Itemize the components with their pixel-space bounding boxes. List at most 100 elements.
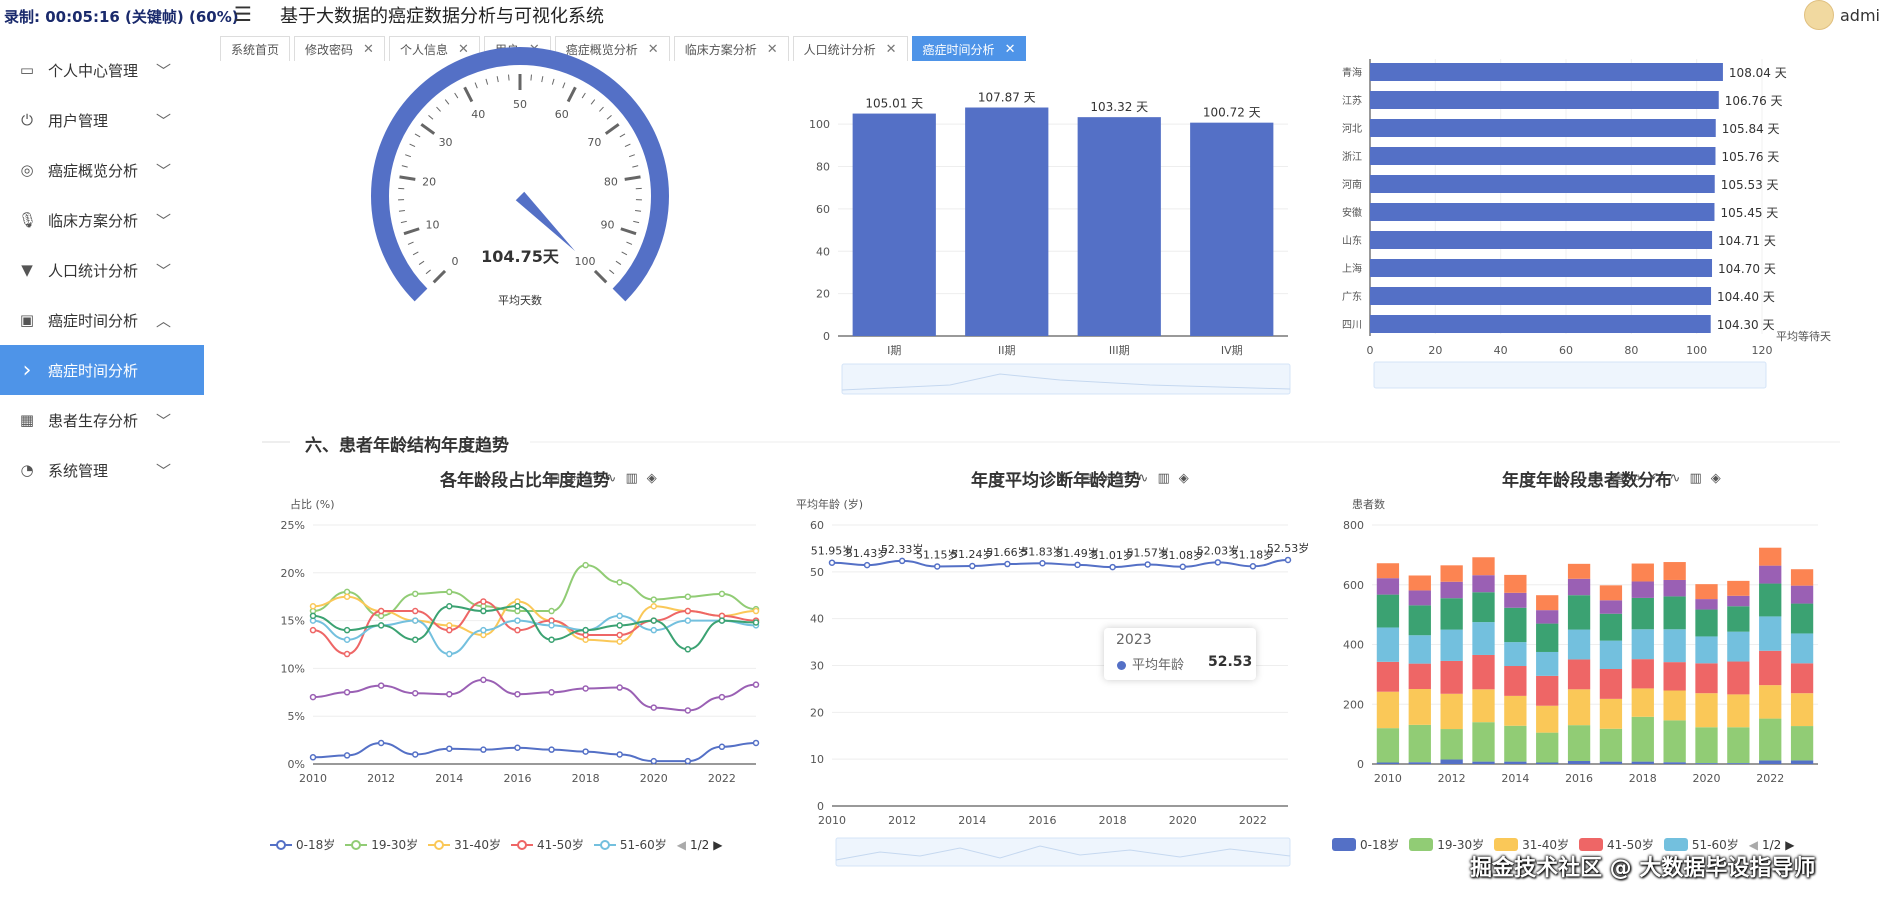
app-title: 基于大数据的癌症数据分析与可视化系统 <box>280 6 604 27</box>
legend-item[interactable]: 19-30岁 <box>345 836 418 853</box>
legend-label: 0-18岁 <box>296 838 336 852</box>
sidebar-item[interactable]: ▦ 患者生存分析 ﹀ <box>0 395 204 445</box>
bar-switch-icon[interactable]: ▥ <box>625 471 637 486</box>
line-switch-icon[interactable]: ∿ <box>1138 471 1149 486</box>
tab-item[interactable]: 修改密码 ✕ <box>294 36 385 61</box>
chevron-down-icon[interactable]: ﹀ <box>156 460 171 481</box>
sidebar-item[interactable]: ◎ 癌症概览分析 ﹀ <box>0 145 204 195</box>
legend-label: 19-30岁 <box>371 838 419 852</box>
next-page-icon[interactable]: ▶ <box>713 838 722 852</box>
sidebar-item-label: 癌症时间分析 <box>48 311 139 330</box>
compass-icon: ◎ <box>20 161 34 179</box>
chevron-down-icon[interactable]: ﹀ <box>156 210 171 231</box>
save-image-icon[interactable]: ◈ <box>647 471 657 486</box>
briefcase-icon: ▣ <box>19 311 35 329</box>
menu-toggle-icon[interactable]: ☰ <box>234 2 252 26</box>
power-icon: ⏻ <box>21 111 33 129</box>
close-icon[interactable]: ✕ <box>648 42 659 57</box>
legend-swatch-icon <box>1409 838 1434 851</box>
legend-item[interactable]: 51-60岁 <box>593 836 667 853</box>
recording-overlay: 录制: 00:05:16 (关键帧) (60%) <box>4 8 239 26</box>
chart-toolbox: ▤ ⌗ ↶ ∿ ▥ ◈ <box>1612 471 1721 486</box>
microphone-icon: 🎙 <box>18 211 38 229</box>
chart-toolbox: ▤ ⌗ ↶ ∿ ▥ ◈ <box>548 471 657 486</box>
close-icon[interactable]: ✕ <box>886 42 897 57</box>
save-image-icon[interactable]: ◈ <box>1179 471 1189 486</box>
avatar[interactable] <box>1804 0 1834 30</box>
chevron-down-icon[interactable]: ﹀ <box>156 410 171 431</box>
tab-label: 修改密码 <box>305 42 354 57</box>
legend-item[interactable]: 0-18岁 <box>270 836 335 853</box>
data-view-icon[interactable]: ▤ <box>1612 471 1624 486</box>
zoom-reset-icon[interactable]: ↶ <box>1650 471 1661 486</box>
legend-pager: ◀ 1/2 ▶ <box>677 838 723 852</box>
sidebar-item-label: 癌症概览分析 <box>48 161 139 180</box>
chart-tooltip: 2023 平均年龄 52.53 <box>1104 628 1256 680</box>
close-icon[interactable]: ✕ <box>767 42 778 57</box>
chevron-down-icon[interactable]: ﹀ <box>156 110 171 131</box>
sidebar-item[interactable]: ⏻ 用户管理 ﹀ <box>0 95 204 145</box>
legend-item[interactable]: 41-50岁 <box>511 836 584 853</box>
sidebar-item[interactable]: ▭ 个人中心管理 ﹀ <box>0 45 204 95</box>
close-icon[interactable]: ✕ <box>1005 42 1016 57</box>
tab-item[interactable]: 个人信息 ✕ <box>388 36 480 61</box>
tab-item[interactable]: 癌症时间分析 ✕ <box>911 36 1027 61</box>
chevron-down-icon[interactable]: ﹀ <box>156 260 171 281</box>
legend-item[interactable]: 31-40岁 <box>428 836 501 853</box>
zoom-icon[interactable]: ⌗ <box>569 471 576 486</box>
legend-swatch-icon <box>593 839 616 850</box>
bar-switch-icon[interactable]: ▥ <box>1689 471 1701 486</box>
legend-label: 0-18岁 <box>1360 838 1400 852</box>
data-view-icon[interactable]: ▤ <box>1080 471 1092 486</box>
line-switch-icon[interactable]: ∿ <box>606 471 617 486</box>
save-image-icon[interactable]: ◈ <box>1711 471 1721 486</box>
id-card-icon: ▭ <box>19 61 35 79</box>
user-name: admin <box>1840 5 1881 25</box>
tooltip-series-name: 平均年龄 <box>1132 658 1185 673</box>
close-icon[interactable]: ✕ <box>458 42 469 57</box>
zoom-icon[interactable]: ⌗ <box>1101 471 1108 486</box>
tab-item[interactable]: 系统首页 <box>220 36 291 61</box>
zoom-icon[interactable]: ⌗ <box>1633 471 1640 486</box>
tab-label: 临床方案分析 <box>684 42 757 57</box>
sidebar-item-label: 用户管理 <box>48 111 109 130</box>
grid-icon: ▦ <box>19 411 35 429</box>
zoom-reset-icon[interactable]: ↶ <box>586 471 597 486</box>
chevron-down-icon[interactable]: ﹀ <box>156 60 171 81</box>
zoom-reset-icon[interactable]: ↶ <box>1118 471 1129 486</box>
top-bar: 录制: 00:05:16 (关键帧) (60%) ☰ 基于大数据的癌症数据分析与… <box>0 0 1881 38</box>
chevron-down-icon[interactable]: ﹀ <box>156 160 171 181</box>
tab-item[interactable]: 用户 ✕ <box>483 36 551 61</box>
gauge-icon: ◔ <box>20 461 34 479</box>
data-view-icon[interactable]: ▤ <box>548 471 560 486</box>
close-icon[interactable]: ✕ <box>529 42 540 57</box>
age-share-legend: 0-18岁 19-30岁 31-40岁 41-50岁 51-60岁 ◀ 1/2 ▶ <box>270 836 723 853</box>
line-switch-icon[interactable]: ∿ <box>1670 471 1681 486</box>
tab-item[interactable]: 临床方案分析 ✕ <box>673 36 789 61</box>
legend-label: 31-40岁 <box>454 838 501 852</box>
legend-item[interactable]: 0-18岁 <box>1332 836 1399 853</box>
tooltip-year: 2023 <box>1116 632 1152 648</box>
sidebar-item-label: 临床方案分析 <box>48 211 139 230</box>
tab-label: 癌症时间分析 <box>922 42 995 57</box>
legend-swatch-icon <box>511 839 533 850</box>
tooltip-marker-icon <box>1117 661 1126 670</box>
legend-page: 1/2 <box>689 837 710 852</box>
chevron-up-icon[interactable]: ︿ <box>156 310 171 331</box>
legend-label: 51-60岁 <box>619 838 667 852</box>
sidebar-item[interactable]: 🎙 临床方案分析 ﹀ <box>0 195 204 245</box>
sidebar-item[interactable]: ◔ 系统管理 ﹀ <box>0 445 204 495</box>
tooltip-value: 52.53 <box>1208 654 1253 670</box>
bar-switch-icon[interactable]: ▥ <box>1157 471 1169 486</box>
sidebar-item[interactable]: ▣ 癌症时间分析 ︿ <box>0 295 204 345</box>
sidebar-item[interactable]: › 癌症时间分析 <box>0 345 204 395</box>
close-icon[interactable]: ✕ <box>363 42 374 57</box>
tab-label: 用户 <box>494 42 519 57</box>
tab-label: 个人信息 <box>399 42 448 57</box>
prev-page-icon[interactable]: ◀ <box>677 838 686 852</box>
tab-item[interactable]: 癌症概览分析 ✕ <box>554 36 670 61</box>
tab-item[interactable]: 人口统计分析 ✕ <box>792 36 908 61</box>
sidebar-item[interactable]: ▼ 人口统计分析 ﹀ <box>0 245 204 295</box>
user-menu[interactable]: admin <box>1804 0 1881 30</box>
watermark-text: 掘金技术社区 @ 大数据毕设指导师 <box>1470 856 1816 881</box>
